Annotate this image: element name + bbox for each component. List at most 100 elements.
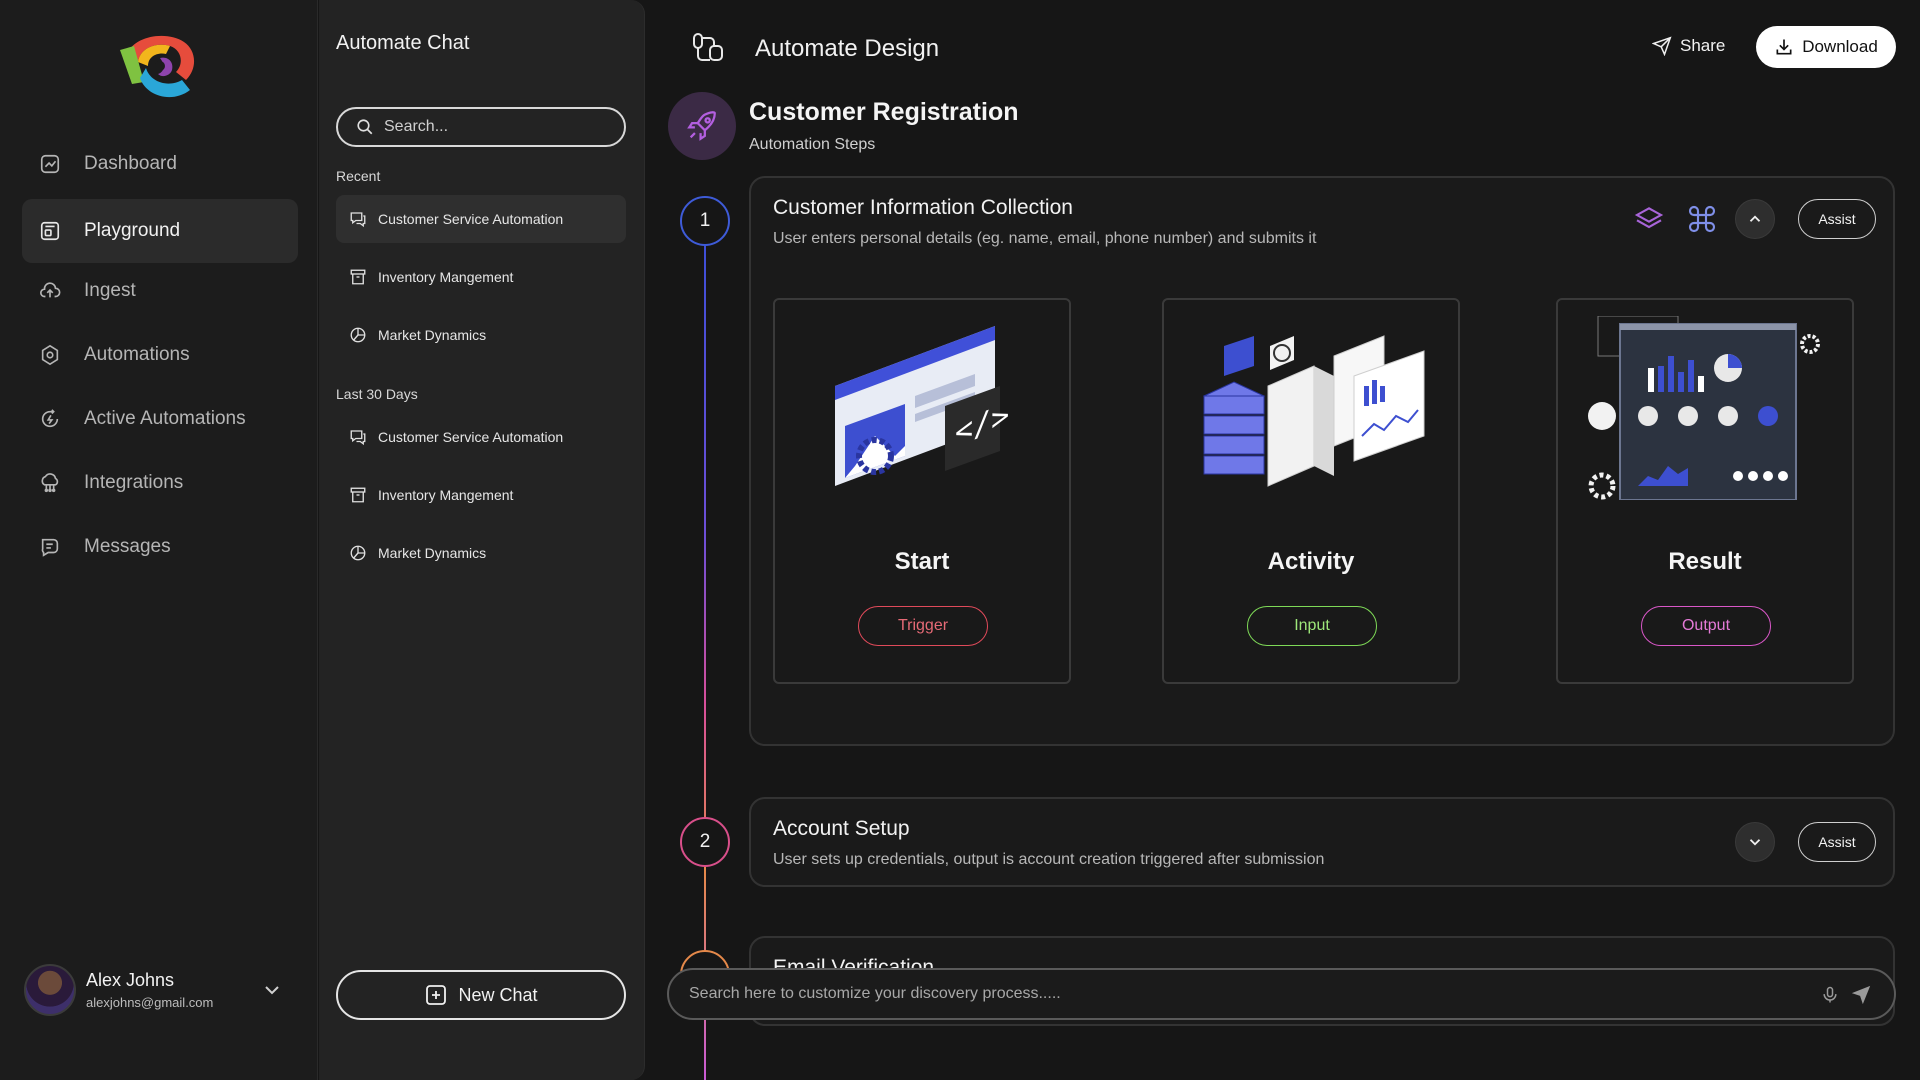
step-card-customer-information-collection: Customer Information Collection User ent… xyxy=(749,176,1895,746)
sidebar-item-playground[interactable]: Playground xyxy=(22,199,298,263)
project-title: Customer Registration xyxy=(749,98,1019,126)
assist-button[interactable]: Assist xyxy=(1798,199,1876,239)
chat-item-market-dynamics[interactable]: Market Dynamics xyxy=(336,529,626,577)
left-nav: Dashboard Playground Ingest Automations … xyxy=(0,0,318,1080)
sidebar-item-label: Messages xyxy=(84,536,171,557)
chat-item-inventory-mangement[interactable]: Inventory Mangement xyxy=(336,253,626,301)
pie-chart-icon xyxy=(348,543,368,563)
layers-icon[interactable] xyxy=(1631,201,1667,237)
last-30-days-label: Last 30 Days xyxy=(336,386,418,402)
pie-chart-icon xyxy=(348,325,368,345)
share-button[interactable]: Share xyxy=(1652,36,1725,56)
chat-bubbles-icon xyxy=(348,209,368,229)
project-subtitle: Automation Steps xyxy=(749,136,876,153)
user-name: Alex Johns xyxy=(86,970,175,990)
rocket-icon xyxy=(687,111,716,141)
assist-button[interactable]: Assist xyxy=(1798,822,1876,862)
playground-icon xyxy=(38,219,62,243)
sidebar-item-integrations[interactable]: Integrations xyxy=(22,451,298,515)
sidebar-item-label: Integrations xyxy=(84,472,184,493)
prompt-input[interactable] xyxy=(689,985,1789,1003)
brand-logo[interactable] xyxy=(116,28,200,102)
chat-panel: Automate Chat Recent Customer Service Au… xyxy=(319,0,645,1080)
phase-card-start: </> Start Trigger xyxy=(773,298,1071,684)
search-input[interactable] xyxy=(384,118,604,136)
command-icon[interactable] xyxy=(1684,201,1720,237)
microphone-icon[interactable] xyxy=(1820,984,1840,1006)
step-description: User enters personal details (eg. name, … xyxy=(773,230,1317,247)
web-development-illustration: </> xyxy=(835,326,1009,486)
sidebar-item-label: Active Automations xyxy=(84,408,246,429)
new-chat-label: New Chat xyxy=(458,984,538,1005)
download-icon xyxy=(1774,37,1794,57)
chat-search[interactable] xyxy=(336,107,626,147)
chat-item-label: Customer Service Automation xyxy=(378,429,564,445)
dashboard-icon xyxy=(38,152,62,176)
send-icon[interactable] xyxy=(1850,984,1872,1006)
phase-card-result: Result Output xyxy=(1556,298,1854,684)
archive-box-icon xyxy=(348,485,368,505)
avatar xyxy=(24,964,76,1016)
user-email: alexjohns@gmail.com xyxy=(86,995,214,1010)
sidebar-item-automations[interactable]: Automations xyxy=(22,323,298,387)
sidebar-item-ingest[interactable]: Ingest xyxy=(22,259,298,323)
main-content: Automate Design Share Download Customer … xyxy=(646,0,1920,1080)
sidebar-item-label: Automations xyxy=(84,344,190,365)
download-label: Download xyxy=(1802,37,1878,56)
step-number-1: 1 xyxy=(680,196,730,246)
plus-square-icon xyxy=(424,983,448,1007)
chevron-down-icon[interactable] xyxy=(260,978,284,1002)
chat-panel-title: Automate Chat xyxy=(336,32,470,54)
chat-item-market-dynamics[interactable]: Market Dynamics xyxy=(336,311,626,359)
search-icon xyxy=(357,119,373,135)
chevron-up-icon xyxy=(1749,215,1761,222)
automation-flow-icon xyxy=(693,33,723,61)
chat-item-label: Inventory Mangement xyxy=(378,487,514,503)
prompt-bar[interactable] xyxy=(667,968,1896,1020)
chat-item-customer-service-automation[interactable]: Customer Service Automation xyxy=(336,413,626,461)
sidebar-item-label: Ingest xyxy=(84,280,136,301)
input-button[interactable]: Input xyxy=(1247,606,1377,646)
integrations-icon xyxy=(38,471,62,495)
send-icon xyxy=(1652,36,1672,56)
expand-step-button[interactable] xyxy=(1735,822,1775,862)
chat-item-inventory-mangement[interactable]: Inventory Mangement xyxy=(336,471,626,519)
phase-name: Result xyxy=(1668,548,1742,575)
step-description: User sets up credentials, output is acco… xyxy=(773,851,1325,868)
phase-name: Activity xyxy=(1267,548,1355,575)
collapse-step-button[interactable] xyxy=(1735,199,1775,239)
chat-item-label: Market Dynamics xyxy=(378,327,487,343)
trigger-button[interactable]: Trigger xyxy=(858,606,988,646)
app-root: Dashboard Playground Ingest Automations … xyxy=(0,0,1920,1080)
chat-item-label: Inventory Mangement xyxy=(378,269,514,285)
sidebar-item-label: Dashboard xyxy=(84,153,177,174)
archive-box-icon xyxy=(348,267,368,287)
phase-name: Start xyxy=(894,548,950,575)
project-badge xyxy=(668,92,736,160)
download-button[interactable]: Download xyxy=(1756,26,1896,68)
user-profile[interactable]: Alex Johns alexjohns@gmail.com xyxy=(24,962,284,1018)
recent-label: Recent xyxy=(336,168,381,184)
chat-item-label: Customer Service Automation xyxy=(378,211,564,227)
sidebar-item-messages[interactable]: Messages xyxy=(22,515,298,579)
page-title: Automate Design xyxy=(755,35,940,62)
refresh-bolt-icon xyxy=(38,407,62,431)
step-card-account-setup: Account Setup User sets up credentials, … xyxy=(749,797,1895,887)
step-title: Customer Information Collection xyxy=(773,196,1073,219)
step-number-2: 2 xyxy=(680,817,730,867)
sidebar-item-active-automations[interactable]: Active Automations xyxy=(22,387,298,451)
cloud-upload-icon xyxy=(38,279,62,303)
share-label: Share xyxy=(1680,36,1726,55)
messages-icon xyxy=(38,535,62,559)
chat-item-customer-service-automation[interactable]: Customer Service Automation xyxy=(336,195,626,243)
chat-bubbles-icon xyxy=(348,427,368,447)
data-server-illustration xyxy=(1202,335,1425,487)
automations-icon xyxy=(38,343,62,367)
phase-card-activity: Activity Input xyxy=(1162,298,1460,684)
output-button[interactable]: Output xyxy=(1641,606,1771,646)
new-chat-button[interactable]: New Chat xyxy=(336,970,626,1020)
sidebar-item-label: Playground xyxy=(84,220,181,241)
analytics-dashboard-illustration xyxy=(1588,316,1820,500)
sidebar-item-dashboard[interactable]: Dashboard xyxy=(22,132,298,196)
step-title: Account Setup xyxy=(773,817,910,840)
